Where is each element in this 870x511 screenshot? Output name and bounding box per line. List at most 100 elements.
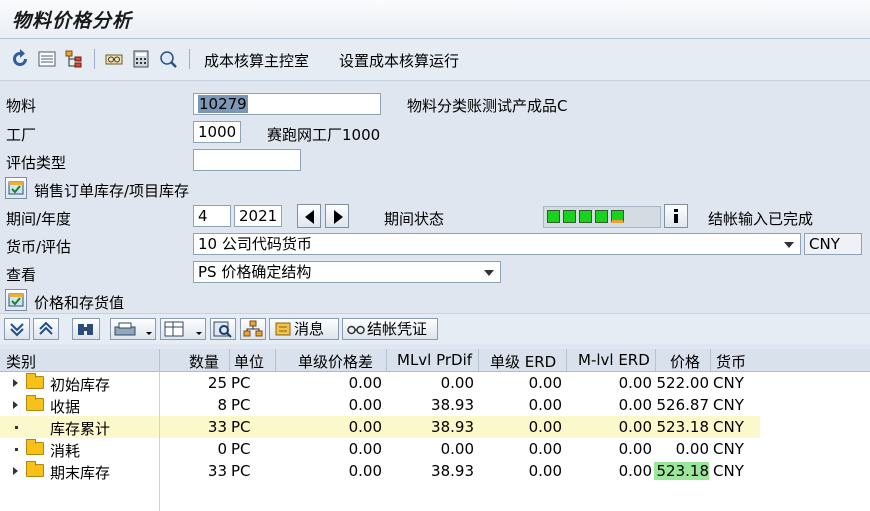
chevron-down-icon <box>784 242 794 248</box>
table-row[interactable]: 消耗 0 PC 0.00 0.00 0.00 0.00 0.00 CNY <box>0 438 760 460</box>
material-value: 10279 <box>198 95 248 113</box>
row-price: 0.00 <box>675 440 709 458</box>
row-mlvl-prdif: 38.93 <box>431 418 474 436</box>
period-status-text: 结帐输入已完成 <box>708 210 814 228</box>
expand-arrow-icon[interactable] <box>13 379 18 387</box>
collapse-all-icon <box>39 321 53 335</box>
column-header-category[interactable]: 类别 <box>6 351 36 372</box>
hierarchy-button[interactable] <box>240 318 266 340</box>
glasses-icon[interactable] <box>104 49 124 69</box>
table-row[interactable]: 收据 8 PC 0.00 38.93 0.00 0.00 526.87 CNY <box>0 394 760 416</box>
plant-input[interactable]: 1000 <box>193 121 241 143</box>
period-status-label: 期间状态 <box>384 210 445 228</box>
row-mlvl-prdif: 38.93 <box>431 462 474 480</box>
printer-icon <box>114 322 152 336</box>
layout-button[interactable] <box>160 318 206 340</box>
row-single-erd: 0.00 <box>528 374 562 392</box>
row-currency: CNY <box>713 440 744 458</box>
row-currency: CNY <box>713 418 744 436</box>
table-view-icon <box>8 293 24 307</box>
row-mlvl-erd: 0.00 <box>618 440 652 458</box>
column-separator[interactable] <box>478 349 479 371</box>
info-button[interactable] <box>664 204 688 228</box>
currency-code-field: CNY <box>804 233 862 255</box>
column-header-single-erd[interactable]: 单级 ERD <box>490 351 556 372</box>
arrow-right-icon <box>334 210 343 224</box>
row-category: 初始库存 <box>50 376 111 394</box>
row-category: 期末库存 <box>50 464 111 482</box>
collapse-all-button[interactable] <box>33 318 59 340</box>
display-search-icon[interactable] <box>158 49 178 69</box>
price-analysis-table: 类别 数量 单位 单级价格差 MLvl PrDif 单级 ERD M-lvl E… <box>0 349 870 511</box>
material-input[interactable]: 10279 <box>193 93 381 115</box>
chevron-down-icon <box>484 270 494 276</box>
plant-label: 工厂 <box>6 126 37 144</box>
period-input[interactable]: 4 <box>193 205 231 227</box>
column-separator[interactable] <box>655 349 656 371</box>
column-separator[interactable] <box>275 349 276 371</box>
row-single-erd: 0.00 <box>528 418 562 436</box>
find-button[interactable] <box>72 318 100 340</box>
detail-list-icon[interactable] <box>37 49 57 69</box>
alv-toolbar: 消息 结帐凭证 <box>0 313 870 344</box>
row-single-level-diff: 0.00 <box>348 418 382 436</box>
previous-period-button[interactable] <box>297 204 321 228</box>
currency-valuation-label: 货币/评估 <box>6 238 72 256</box>
column-separator[interactable] <box>566 349 567 371</box>
row-single-level-diff: 0.00 <box>348 462 382 480</box>
column-header-price[interactable]: 价格 <box>670 351 700 372</box>
currency-valuation-select[interactable]: 10 公司代码货币 <box>193 233 801 255</box>
menu-set-costing-run[interactable]: 设置成本核算运行 <box>339 50 459 71</box>
toolbar-separator <box>94 49 95 69</box>
row-quantity: 33 <box>207 418 227 436</box>
hierarchy-icon <box>243 320 263 337</box>
row-unit: PC <box>231 418 251 436</box>
column-header-mlvl-prdif[interactable]: MLvl PrDif <box>397 351 472 369</box>
view-select[interactable]: PS 价格确定结构 <box>193 261 501 283</box>
valuation-type-input[interactable] <box>193 149 301 171</box>
application-toolbar: 成本核算主控室 设置成本核算运行 <box>0 39 870 81</box>
currency-valuation-value: 10 公司代码货币 <box>198 235 312 253</box>
menu-costing-cockpit[interactable]: 成本核算主控室 <box>204 50 309 71</box>
expand-arrow-icon[interactable] <box>13 401 18 409</box>
year-input[interactable]: 2021 <box>234 205 282 227</box>
table-row[interactable]: 期末库存 33 PC 0.00 38.93 0.00 0.00 523.18 C… <box>0 460 760 482</box>
column-separator[interactable] <box>159 349 160 371</box>
calculator-icon[interactable] <box>131 49 151 69</box>
table-header: 类别 数量 单位 单级价格差 MLvl PrDif 单级 ERD M-lvl E… <box>0 349 870 372</box>
status-light <box>563 210 576 223</box>
price-stock-value-button[interactable] <box>5 289 27 311</box>
row-mlvl-prdif: 0.00 <box>440 374 474 392</box>
row-quantity: 25 <box>207 374 227 392</box>
hierarchy-icon[interactable] <box>64 49 84 69</box>
row-category: 消耗 <box>50 442 81 460</box>
messages-label: 消息 <box>294 320 325 338</box>
period-year-label: 期间/年度 <box>6 210 72 228</box>
period-status-lights <box>543 206 661 228</box>
column-header-currency[interactable]: 货币 <box>716 351 746 372</box>
closing-document-label: 结帐凭证 <box>367 320 428 338</box>
column-separator[interactable] <box>386 349 387 371</box>
column-header-unit[interactable]: 单位 <box>234 351 264 372</box>
next-period-button[interactable] <box>325 204 349 228</box>
tree-column-divider <box>159 371 160 511</box>
column-separator[interactable] <box>229 349 230 371</box>
column-header-mlvl-erd[interactable]: M-lvl ERD <box>578 351 650 369</box>
row-single-level-diff: 0.00 <box>348 396 382 414</box>
column-separator[interactable] <box>710 349 711 371</box>
detail-button[interactable] <box>210 318 236 340</box>
expand-arrow-icon[interactable] <box>13 467 18 475</box>
expand-all-button[interactable] <box>4 318 30 340</box>
toolbar-separator <box>189 49 190 69</box>
table-row[interactable]: 初始库存 25 PC 0.00 0.00 0.00 0.00 522.00 CN… <box>0 372 760 394</box>
arrow-left-icon <box>305 210 314 224</box>
messages-button[interactable]: 消息 <box>269 318 339 340</box>
row-mlvl-prdif: 38.93 <box>431 396 474 414</box>
sales-order-stock-button[interactable] <box>5 177 27 199</box>
closing-document-button[interactable]: 结帐凭证 <box>342 318 438 340</box>
column-header-single-level-diff[interactable]: 单级价格差 <box>298 351 373 372</box>
refresh-icon[interactable] <box>10 49 30 69</box>
column-header-quantity[interactable]: 数量 <box>189 351 219 372</box>
print-button[interactable] <box>110 318 156 340</box>
table-row[interactable]: 库存累计 33 PC 0.00 38.93 0.00 0.00 523.18 C… <box>0 416 760 438</box>
